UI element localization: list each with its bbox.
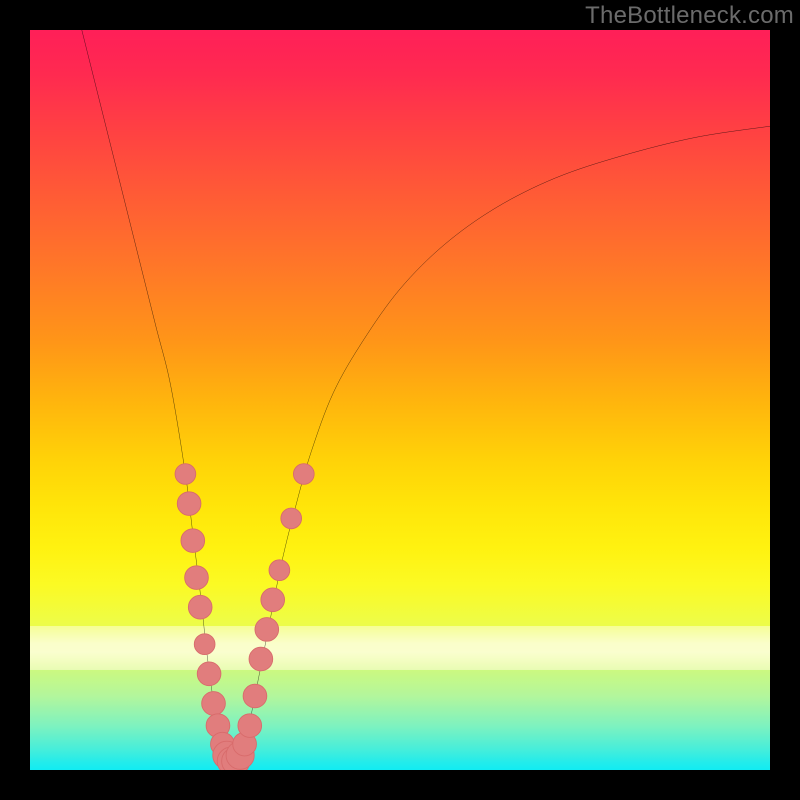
data-marker [202,692,226,716]
bottleneck-curve [82,30,770,764]
marker-layer [175,464,314,770]
plot-area [30,30,770,770]
data-marker [238,714,262,738]
data-marker [194,634,215,655]
curve-svg [30,30,770,770]
data-marker [249,647,273,671]
data-marker [243,684,267,708]
data-marker [269,560,290,581]
data-marker [185,566,209,590]
data-marker [197,662,221,686]
data-marker [175,464,196,485]
data-marker [293,464,314,485]
chart-frame: TheBottleneck.com [0,0,800,800]
data-marker [181,529,205,553]
data-marker [281,508,302,529]
data-marker [261,588,285,612]
data-marker [255,618,279,642]
data-marker [177,492,201,516]
data-marker [188,595,212,619]
watermark-text: TheBottleneck.com [585,2,794,30]
